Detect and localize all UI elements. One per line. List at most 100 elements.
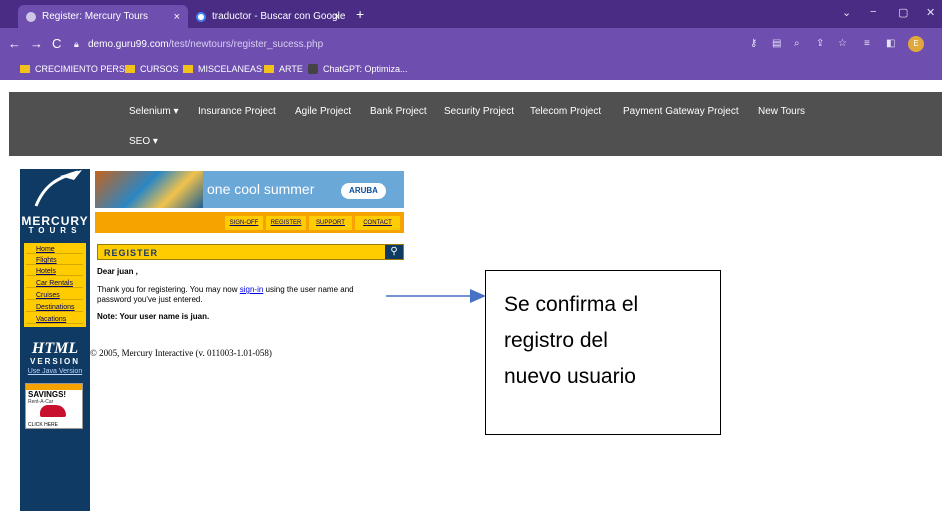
nav-agile-project[interactable]: Agile Project [295,106,351,117]
forward-icon[interactable]: → [30,36,43,51]
bookmark-label: ChatGPT: Optimiza... [323,64,408,74]
screenshot: Register: Mercury Tours × traductor - Bu… [0,0,942,511]
key-icon: ⚲ [385,245,403,259]
plane-logo-icon [34,170,82,207]
nav-insurance-project[interactable]: Insurance Project [198,106,276,117]
profile-avatar[interactable]: E [908,36,924,52]
bookmark-miscelaneas[interactable]: MISCELANEAS [183,64,262,74]
sign-in-link[interactable]: sign-in [240,285,264,294]
close-window-button[interactable]: ✕ [926,6,935,19]
browser-tab-bar: Register: Mercury Tours × traductor - Bu… [0,0,942,28]
username-note: Note: Your user name is juan. [97,312,210,321]
car-icon [40,405,66,417]
menu-destinations[interactable]: Destinations [26,303,83,312]
message-line-2: password you've just entered. [97,295,203,304]
banner-text: one cool summer [207,181,315,197]
menu-vacations[interactable]: Vacations [26,315,83,324]
message-text: Thank you for registering. You may now [97,285,240,294]
folder-icon [183,65,193,73]
savings-ad[interactable]: SAVINGS! Rent-A-Car CLICK HERE [25,383,83,429]
chatgpt-icon [308,64,318,74]
top-menu: SIGN-OFF REGISTER SUPPORT CONTACT [95,212,404,233]
bookmark-label: ARTE [279,64,303,74]
bookmark-label: MISCELANEAS [198,64,263,74]
nav-seo[interactable]: SEO ▾ [129,136,158,147]
nav-security-project[interactable]: Security Project [444,106,514,117]
version-label: VERSION [29,357,80,366]
nav-payment-gateway-project[interactable]: Payment Gateway Project [623,106,739,117]
nav-telecom-project[interactable]: Telecom Project [530,106,601,117]
address-bar[interactable]: demo.guru99.com/test/newtours/register_s… [88,39,323,50]
side-panel-icon[interactable]: ◧ [886,38,895,49]
nav-bank-project[interactable]: Bank Project [370,106,427,117]
close-tab-icon[interactable]: × [174,11,180,23]
callout-text: Se confirma el registro del nuevo usuari… [504,287,714,395]
bookmark-star-icon[interactable]: ☆ [838,38,847,49]
callout-line: registro del [504,329,608,352]
bookmark-label: CRECIMIENTO PERS... [35,64,133,74]
site-navbar: Selenium ▾ Insurance Project Agile Proje… [9,92,942,156]
bookmark-crecimiento[interactable]: CRECIMIENTO PERS... [20,64,132,74]
annotation-callout: Se confirma el registro del nuevo usuari… [485,270,721,435]
nav-selenium[interactable]: Selenium ▾ [129,106,179,117]
sign-off-link[interactable]: SIGN-OFF [225,216,263,230]
site-favicon-icon [26,11,36,22]
use-java-version-link[interactable]: Use Java Version [22,368,88,375]
message-text: using the user name and [263,285,354,294]
thank-you-message: Thank you for registering. You may now s… [97,285,354,294]
translate-icon[interactable]: ▤ [772,38,781,49]
tab-google[interactable]: traductor - Buscar con Google × [188,5,348,28]
menu-hotels[interactable]: Hotels [26,267,83,276]
tours-logo-text: TOURS [28,226,82,235]
menu-car-rentals[interactable]: Car Rentals [26,279,83,288]
bookmark-label: CURSOS [140,64,179,74]
beach-photo [95,171,203,208]
register-title: REGISTER [104,248,159,258]
bookmark-cursos[interactable]: CURSOS [125,64,179,74]
share-icon[interactable]: ⇪ [816,38,824,49]
menu-flights[interactable]: Flights [26,256,83,265]
back-icon[interactable]: ← [8,36,21,51]
folder-icon [125,65,135,73]
zoom-icon[interactable]: ⌕ [794,38,800,49]
new-tab-button[interactable]: + [356,6,364,22]
copyright: © 2005, Mercury Interactive (v. 011003-1… [90,348,272,358]
tab-register[interactable]: Register: Mercury Tours × [18,5,188,28]
summer-banner[interactable]: one cool summer ARUBA [95,171,404,208]
maximize-button[interactable]: ▢ [898,6,908,19]
url-path: /test/newtours/register_sucess.php [168,39,324,50]
greeting: Dear juan , [97,267,138,276]
left-menu: Home Flights Hotels Car Rentals Cruises … [24,243,86,327]
folder-icon [264,65,274,73]
contact-link[interactable]: CONTACT [355,216,400,230]
aruba-logo: ARUBA [341,183,386,199]
callout-line: Se confirma el [504,293,639,316]
lock-icon: 🔒︎ [74,39,79,49]
register-header: REGISTER ⚲ [97,244,404,260]
url-domain: demo.guru99.com [88,39,169,50]
reload-icon[interactable]: C [52,36,61,51]
html-version-badge: HTML [31,340,79,357]
callout-line: nuevo usuario [504,365,636,388]
key-icon[interactable]: ⚷ [750,38,757,49]
annotation-arrow [386,289,486,303]
tab-title: traductor - Buscar con Google [212,11,346,22]
register-link[interactable]: REGISTER [266,216,306,230]
google-favicon-icon [196,11,206,22]
bookmarks-bar: CRECIMIENTO PERS... CURSOS MISCELANEAS A… [0,60,942,80]
nav-new-tours[interactable]: New Tours [758,106,805,117]
close-tab-icon[interactable]: × [334,11,340,23]
savings-title: SAVINGS! [28,390,67,399]
minimize-button[interactable]: − [870,6,876,18]
bookmark-arte[interactable]: ARTE [264,64,303,74]
browser-toolbar: ← → C 🔒︎ demo.guru99.com/test/newtours/r… [0,28,942,60]
menu-home[interactable]: Home [26,245,83,254]
tab-title: Register: Mercury Tours [42,11,148,22]
folder-icon [20,65,30,73]
bookmark-chatgpt[interactable]: ChatGPT: Optimiza... [308,64,408,74]
tab-search-icon[interactable]: ⌄ [842,6,851,19]
savings-click-here: CLICK HERE [28,422,59,428]
menu-cruises[interactable]: Cruises [26,291,83,300]
support-link[interactable]: SUPPORT [309,216,352,230]
reading-list-icon[interactable]: ≡ [864,38,870,49]
